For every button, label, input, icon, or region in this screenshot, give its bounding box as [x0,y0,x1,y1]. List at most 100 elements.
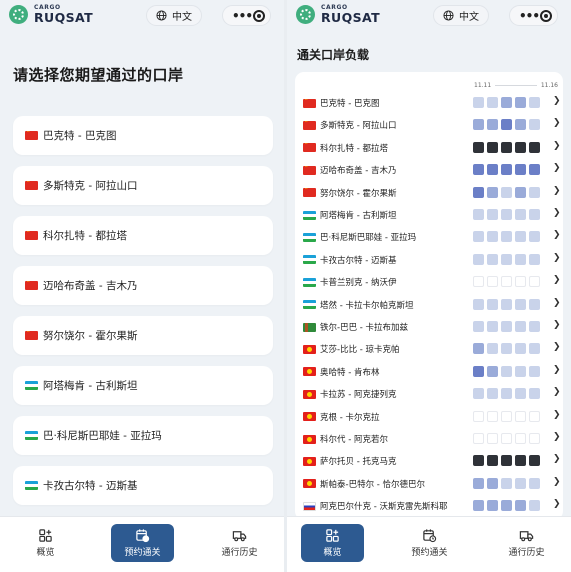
load-cell [515,388,526,400]
crossing-label: 努尔饶尔 - 霍尔果斯 [320,188,397,199]
crossing-card[interactable]: 迈哈布奇盖 - 吉木乃 [13,266,273,305]
load-row[interactable]: 巴·科尼斯巴耶娃 - 亚拉玛 ❯ [303,228,561,246]
load-cell [487,321,498,332]
load-row[interactable]: 塔然 - 卡拉卡尔帕克斯坦 ❯ [303,296,561,314]
load-cells [473,119,543,131]
logo: CARGO RUQSAT [9,5,93,25]
load-row[interactable]: 迈哈布奇盖 - 吉木乃 ❯ [303,161,561,179]
flag-cn-icon [303,98,316,108]
load-cell [473,186,484,198]
load-row[interactable]: 卡拉苏 - 阿克捷列克 ❯ [303,385,561,403]
miniprogram-capsule: ••• [222,5,271,26]
more-icon[interactable]: ••• [519,10,540,22]
crossing-label: 塔然 - 卡拉卡尔帕克斯坦 [320,300,414,311]
load-row[interactable]: 卡普兰别克 - 纳沃伊 ❯ [303,273,561,291]
load-cell [473,321,484,332]
close-target-icon[interactable] [540,9,552,22]
load-row[interactable]: 阿克巴尔什克 - 沃斯克雷先斯科耶 ❯ [303,497,561,515]
load-row[interactable]: 多斯特克 - 阿拉山口 ❯ [303,116,561,134]
flag-uz-icon [303,277,316,287]
load-cells [473,209,543,220]
truck-icon [519,528,534,545]
crossing-label: 巴克特 - 巴克图 [320,99,380,109]
crossing-label: 迈哈布奇盖 - 吉木乃 [320,166,397,177]
load-cell [529,388,540,400]
load-cell [501,186,512,198]
crossing-card[interactable]: 巴克特 - 巴克图 [13,116,273,155]
flag-uz-icon [303,210,316,220]
language-button[interactable]: 中文 [146,5,202,26]
tab-calendar-clock[interactable]: 预约通关 [111,524,174,562]
load-cell [529,365,540,377]
crossing-label: 奥哈特 - 肯布林 [320,367,380,378]
flag-cn-icon [25,281,38,290]
load-cell [529,231,540,243]
tab-calendar-clock[interactable]: 预约通关 [398,524,461,562]
globe-icon [443,10,454,21]
load-cell [529,500,540,512]
load-row[interactable]: 铁尔-巴巴 - 卡拉布加兹 ❯ [303,318,561,336]
load-cell [515,365,526,377]
tab-truck[interactable]: 通行历史 [495,524,558,562]
load-cell [529,455,540,467]
crossing-label: 科尔代 - 阿克若尔 [320,435,388,445]
load-row[interactable]: 萨尔托贝 - 托克马克 ❯ [303,452,561,470]
crossing-card[interactable]: 巴·科尼斯巴耶娃 - 亚拉玛 [13,416,273,455]
crossing-card[interactable]: 阿塔梅肯 - 古利斯坦 [13,366,273,405]
load-cell [473,97,484,108]
crossing-card[interactable]: 多斯特克 - 阿拉山口 [13,166,273,205]
crossing-card[interactable]: 努尔饶尔 - 霍尔果斯 [13,316,273,355]
flag-uz-icon [25,381,38,390]
load-cell [473,298,484,310]
load-cells [473,186,543,198]
close-target-icon[interactable] [253,9,265,22]
load-cell [529,253,540,265]
crossing-label: 巴克特 - 巴克图 [43,130,117,142]
load-cells [473,298,543,310]
load-row[interactable]: 奥哈特 - 肯布林 ❯ [303,363,561,381]
load-row[interactable]: 卡孜古尔特 - 迈斯基 ❯ [303,251,561,269]
load-row[interactable]: 斯帕泰-巴特尔 - 恰尔德巴尔 ❯ [303,475,561,493]
chevron-right-icon: ❯ [553,96,561,106]
load-row[interactable]: 克根 - 卡尔克拉 ❯ [303,408,561,426]
page-title: 请选择您期望通过的口岸 [13,66,184,84]
truck-icon [232,528,247,545]
load-row[interactable]: 努尔饶尔 - 霍尔果斯 ❯ [303,184,561,202]
load-cell [501,365,512,377]
load-cell [529,186,540,198]
tab-grid-plus[interactable]: 概览 [14,524,77,562]
load-cell [515,276,526,288]
load-cell [487,276,498,288]
load-cell [501,477,512,489]
load-cell [529,410,540,422]
language-label: 中文 [459,12,479,23]
language-button[interactable]: 中文 [433,5,489,26]
load-cells [473,365,543,377]
tab-truck[interactable]: 通行历史 [208,524,271,562]
load-cell [515,231,526,243]
miniprogram-capsule: ••• [509,5,558,26]
flag-uz-icon [303,255,316,265]
load-row[interactable]: 巴克特 - 巴克图 ❯ [303,94,561,112]
crossing-card[interactable]: 科尔扎特 - 都拉塔 [13,216,273,255]
chevron-right-icon: ❯ [553,185,561,196]
tab-grid-plus[interactable]: 概览 [301,524,364,562]
load-row[interactable]: 艾莎-比比 - 琼卡克帕 ❯ [303,340,561,358]
load-cell [487,209,498,220]
load-row[interactable]: 科尔代 - 阿克若尔 ❯ [303,430,561,448]
load-cell [487,141,498,153]
crossing-card[interactable]: 卡孜古尔特 - 迈斯基 [13,466,273,505]
flag-cn-icon [303,188,316,198]
chevron-right-icon: ❯ [553,275,561,286]
load-row[interactable]: 科尔扎特 - 都拉塔 ❯ [303,139,561,157]
chevron-right-icon: ❯ [553,499,561,510]
load-cell [501,209,512,220]
more-icon[interactable]: ••• [232,10,253,22]
load-cell [487,343,498,355]
load-cell [501,321,512,332]
load-cell [473,500,484,512]
language-label: 中文 [172,12,192,23]
load-cell [473,119,484,131]
load-cell [501,500,512,512]
load-row[interactable]: 阿塔梅肯 - 古利斯坦 ❯ [303,206,561,224]
